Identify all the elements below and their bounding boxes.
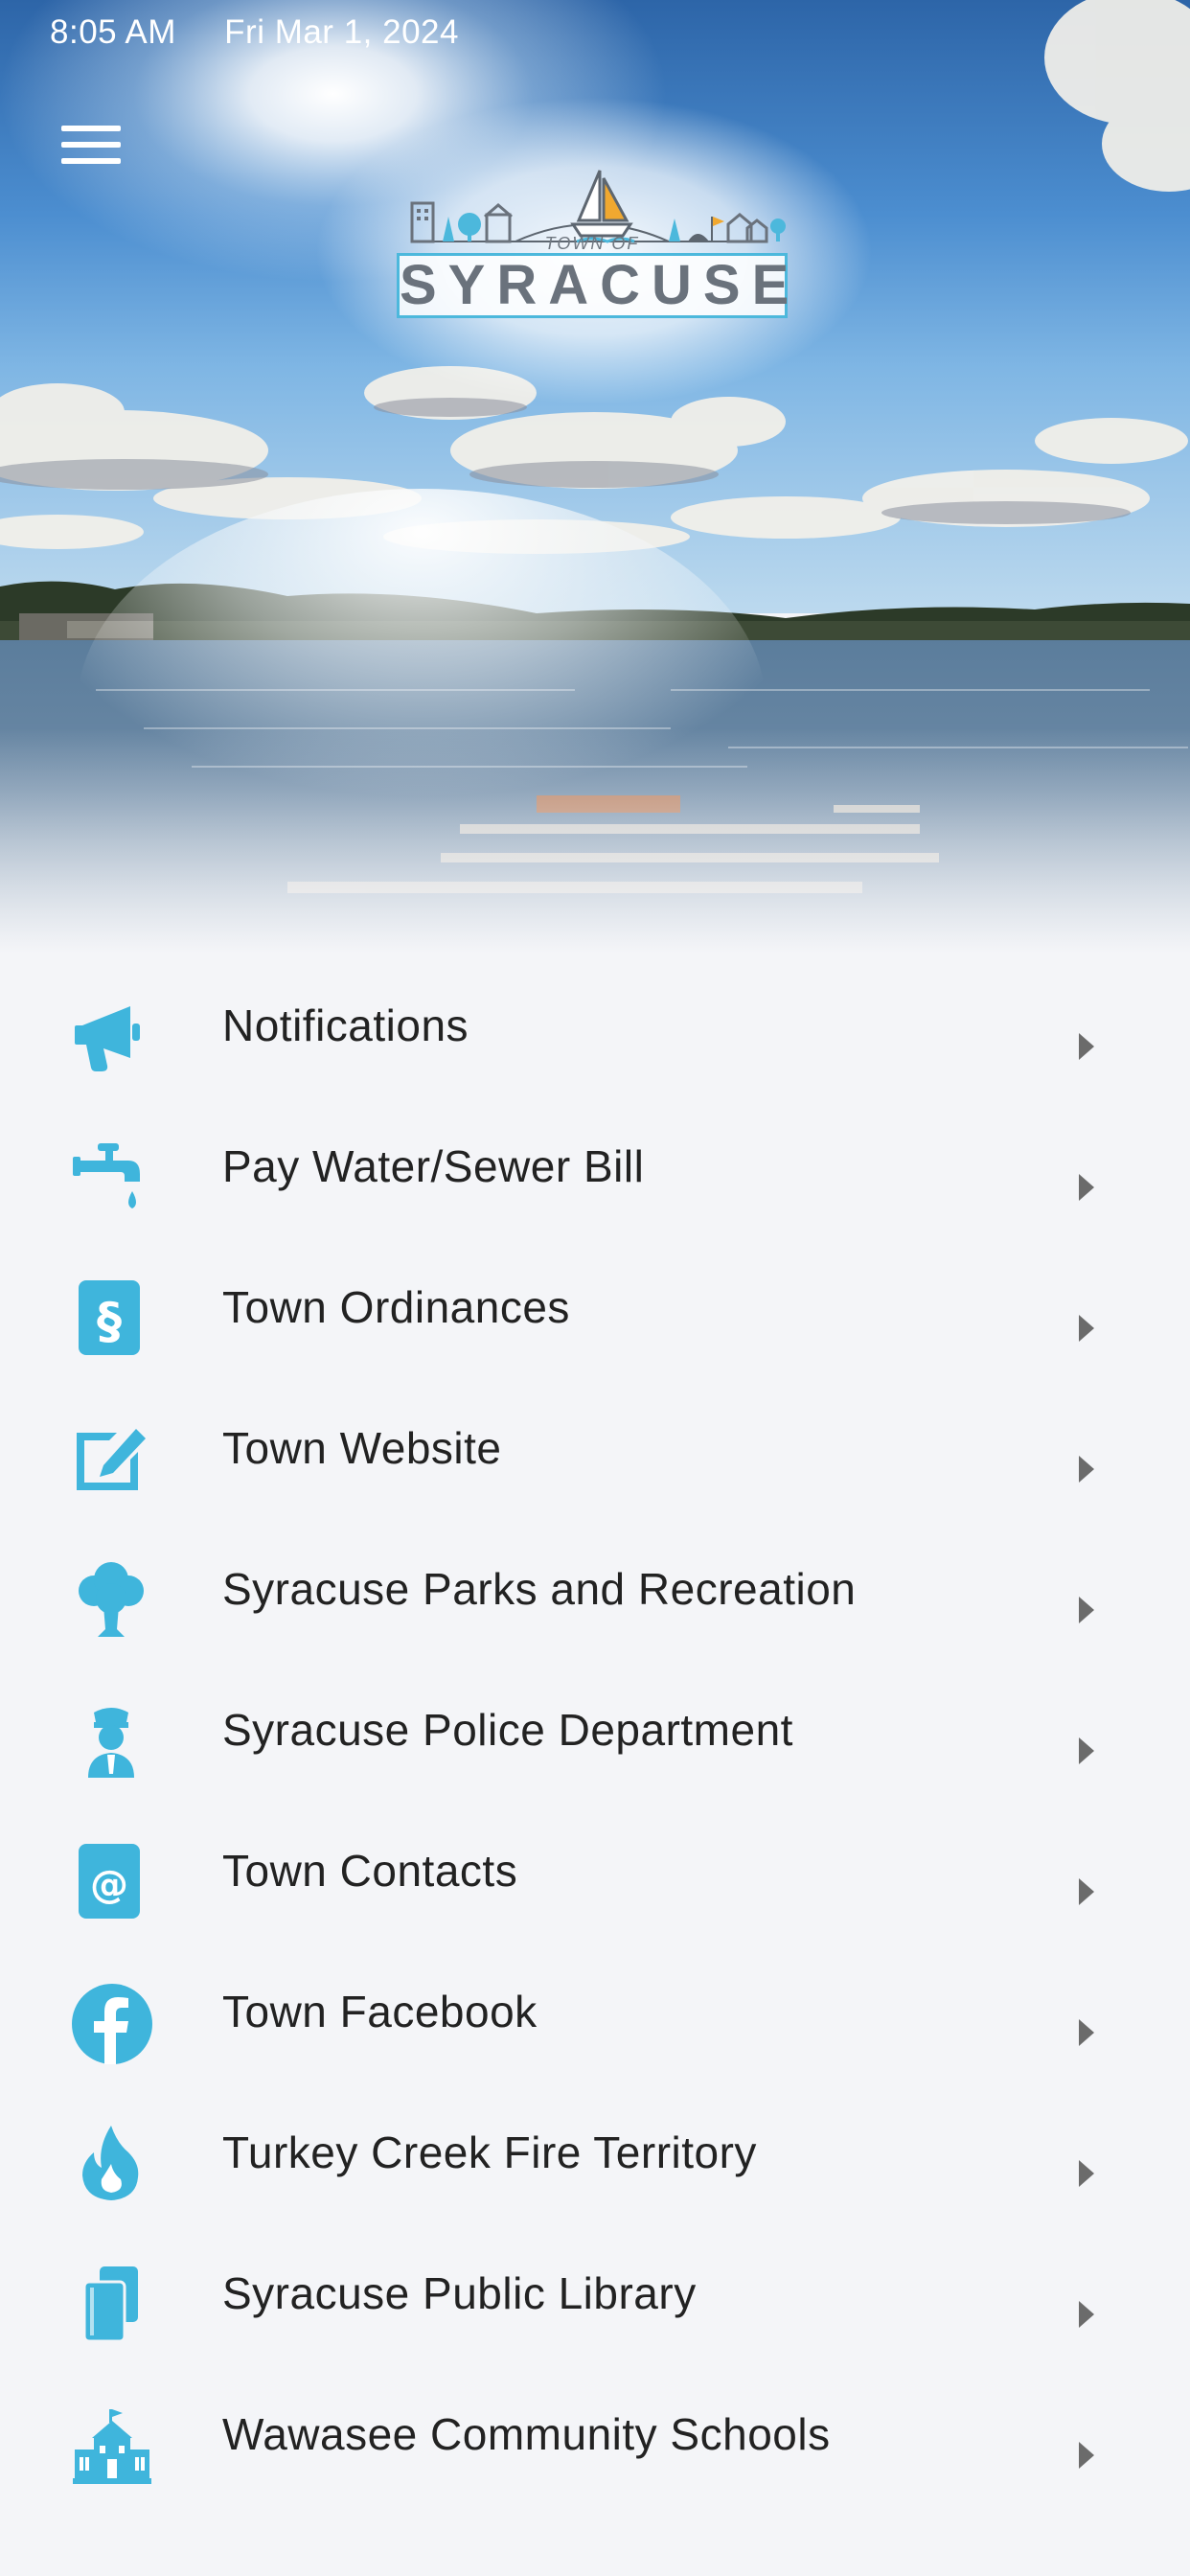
menu-item-label: Syracuse Police Department — [222, 1705, 793, 1755]
chevron-right-icon — [1079, 1315, 1094, 1342]
menu-item-contacts[interactable]: @ Town Contacts — [0, 1804, 1190, 1944]
menu-item-label: Town Website — [222, 1423, 502, 1473]
menu-item-website[interactable]: Town Website — [0, 1381, 1190, 1522]
chevron-right-icon — [1079, 2019, 1094, 2046]
faucet-icon — [69, 1136, 155, 1222]
section-document-icon: § — [69, 1276, 155, 1363]
lake-sunset-image — [0, 0, 1190, 954]
status-time: 8:05 AM — [50, 13, 176, 51]
svg-text:§: § — [97, 1293, 122, 1350]
menu-item-facebook[interactable]: Town Facebook — [0, 1944, 1190, 2085]
menu-item-label: Turkey Creek Fire Territory — [222, 2128, 757, 2177]
facebook-icon — [69, 1981, 155, 2067]
app-screen: 8:05 AM Fri Mar 1, 2024 TOWN OF SYRACUSE… — [0, 0, 1190, 2576]
status-bar: 8:05 AM Fri Mar 1, 2024 — [50, 13, 459, 52]
menu-item-library[interactable]: Syracuse Public Library — [0, 2226, 1190, 2367]
logo-name: SYRACUSE — [397, 253, 789, 318]
svg-text:@: @ — [90, 1863, 128, 1907]
menu-item-notifications[interactable]: Notifications — [0, 958, 1190, 1099]
hamburger-menu-icon[interactable] — [50, 113, 132, 176]
menu-item-label: Wawasee Community Schools — [222, 2409, 831, 2459]
chevron-right-icon — [1079, 1456, 1094, 1483]
chevron-right-icon — [1079, 1033, 1094, 1060]
chevron-right-icon — [1079, 1174, 1094, 1201]
police-officer-icon — [69, 1699, 155, 1785]
menu-item-label: Notifications — [222, 1000, 469, 1050]
books-icon — [69, 2263, 155, 2349]
town-logo: TOWN OF SYRACUSE — [391, 161, 793, 326]
edit-square-icon — [69, 1417, 155, 1504]
chevron-right-icon — [1079, 2160, 1094, 2187]
tree-icon — [69, 1558, 155, 1644]
chevron-right-icon — [1079, 1878, 1094, 1905]
menu-item-parks[interactable]: Syracuse Parks and Recreation — [0, 1522, 1190, 1663]
hero-banner: 8:05 AM Fri Mar 1, 2024 TOWN OF SYRACUSE — [0, 0, 1190, 954]
menu-item-label: Town Ordinances — [222, 1282, 570, 1332]
chevron-right-icon — [1079, 2301, 1094, 2328]
menu-list: Notifications Pay Water/Sewer Bill § Tow… — [0, 958, 1190, 2508]
menu-item-label: Syracuse Public Library — [222, 2268, 697, 2318]
menu-item-police[interactable]: Syracuse Police Department — [0, 1663, 1190, 1804]
menu-item-label: Town Facebook — [222, 1987, 538, 2036]
chevron-right-icon — [1079, 1597, 1094, 1623]
menu-item-pay-bill[interactable]: Pay Water/Sewer Bill — [0, 1099, 1190, 1240]
menu-item-label: Syracuse Parks and Recreation — [222, 1564, 857, 1614]
megaphone-icon — [69, 995, 155, 1081]
chevron-right-icon — [1079, 2442, 1094, 2469]
menu-item-label: Town Contacts — [222, 1846, 518, 1896]
menu-item-ordinances[interactable]: § Town Ordinances — [0, 1240, 1190, 1381]
fire-icon — [69, 2122, 155, 2208]
menu-item-fire[interactable]: Turkey Creek Fire Territory — [0, 2085, 1190, 2226]
school-icon — [69, 2404, 155, 2490]
logo-town-of: TOWN OF — [544, 234, 640, 253]
status-date: Fri Mar 1, 2024 — [224, 13, 459, 51]
chevron-right-icon — [1079, 1737, 1094, 1764]
menu-item-schools[interactable]: Wawasee Community Schools — [0, 2367, 1190, 2508]
menu-item-label: Pay Water/Sewer Bill — [222, 1141, 645, 1191]
at-contact-icon: @ — [69, 1840, 155, 1926]
